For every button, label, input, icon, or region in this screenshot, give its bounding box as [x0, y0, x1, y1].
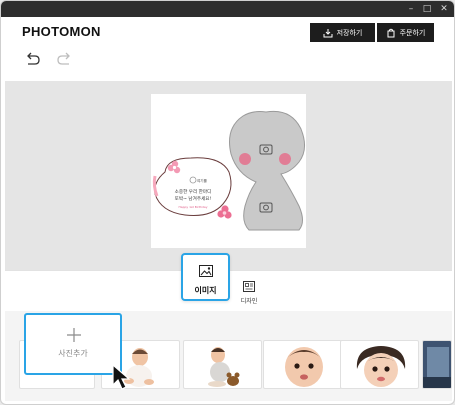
app-logo: PHOTOMON	[22, 24, 101, 39]
design-tool-button[interactable]: 디자인	[235, 279, 263, 307]
image-icon	[199, 265, 213, 277]
bubble-subtitle: Happy 1st Birthday	[179, 205, 208, 209]
minimize-button[interactable]: –	[404, 2, 418, 16]
photo-partial	[423, 341, 451, 388]
blush-left	[239, 153, 251, 165]
baby-face-photo	[356, 346, 406, 387]
design-sheet[interactable]: 여기를 소중한 우리 한마디 또박~ 남겨주세요! Happy 1st Birt…	[151, 94, 306, 248]
design-icon	[243, 281, 255, 292]
undo-icon[interactable]	[25, 52, 41, 66]
photo-thumbnail[interactable]	[263, 340, 342, 389]
app-window: – □ ✕ PHOTOMON 저장하기 주문하기 여기를 소중한 우리 한마디 …	[0, 0, 455, 405]
save-button[interactable]: 저장하기	[310, 23, 375, 42]
image-tool-button[interactable]: 이미지	[181, 253, 230, 301]
photo-thumbnail[interactable]	[340, 340, 419, 389]
mouse-cursor-icon	[112, 363, 131, 390]
order-button[interactable]: 주문하기	[377, 23, 434, 42]
photo-thumbnail[interactable]	[422, 340, 452, 389]
save-button-label: 저장하기	[336, 28, 363, 37]
download-icon	[323, 28, 333, 37]
template-artwork: 여기를 소중한 우리 한마디 또박~ 남겨주세요! Happy 1st Birt…	[152, 110, 305, 231]
title-bar: – □ ✕	[1, 1, 454, 17]
add-photo-label: 사진추가	[58, 349, 88, 358]
bubble-line-1: 소중한 우리 한마디	[175, 188, 212, 195]
image-tool-label: 이미지	[194, 286, 217, 295]
design-tool-label: 디자인	[240, 298, 258, 305]
baby-photo	[208, 347, 240, 387]
plus-icon	[67, 328, 81, 342]
close-button[interactable]: ✕	[437, 2, 451, 16]
maximize-button[interactable]: □	[420, 2, 434, 16]
bubble-line-2: 또박~ 남겨주세요!	[175, 195, 212, 202]
bubble-small-text: 여기를	[197, 178, 208, 183]
order-button-label: 주문하기	[399, 28, 426, 37]
add-photo-button[interactable]: 사진추가	[24, 313, 122, 375]
redo-icon[interactable]	[56, 52, 72, 66]
blush-right	[279, 153, 291, 165]
photo-thumbnail[interactable]	[183, 340, 262, 389]
shopping-bag-icon	[387, 28, 395, 37]
baby-face-photo	[285, 347, 323, 387]
